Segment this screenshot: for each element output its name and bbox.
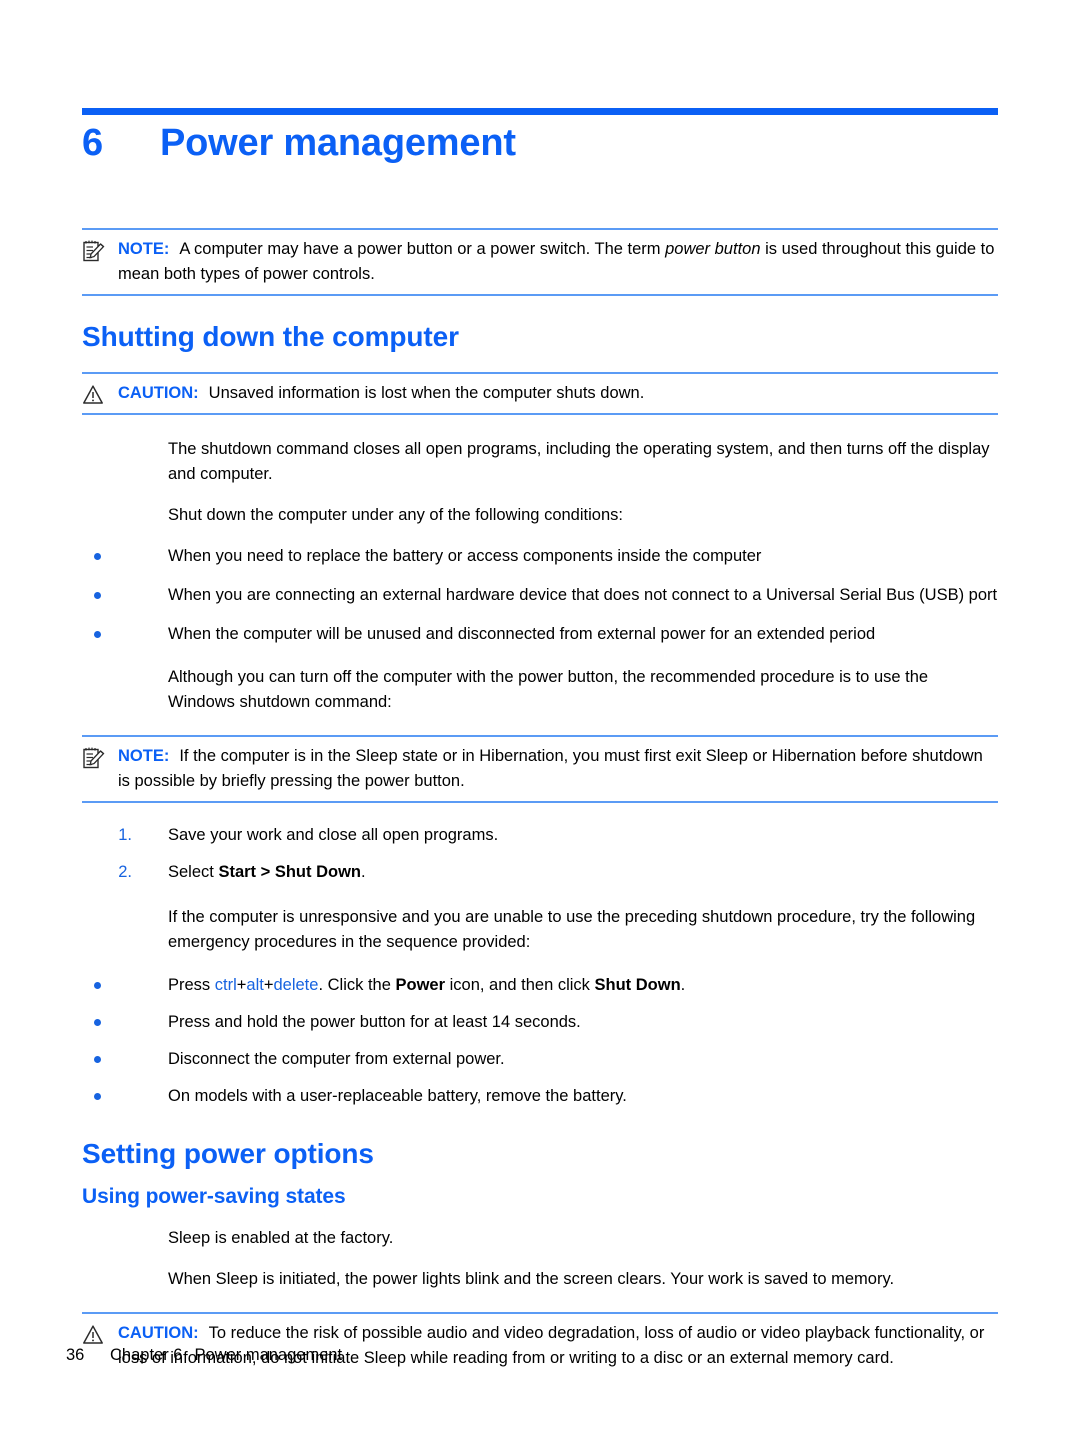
key-ctrl: ctrl	[214, 976, 237, 994]
caution-label: CAUTION:	[118, 384, 199, 402]
bullet-dot-icon	[94, 1056, 101, 1063]
list-item: When you need to replace the battery or …	[82, 544, 998, 569]
page-content: NOTE: A computer may have a power button …	[82, 228, 998, 1378]
bullet-dot-icon	[94, 1019, 101, 1026]
list-item-text-suffix: .	[680, 976, 686, 994]
caution-label: CAUTION:	[118, 1324, 199, 1342]
list-item-text: When you are connecting an external hard…	[168, 586, 998, 604]
paragraph-sleep-initiated: When Sleep is initiated, the power light…	[168, 1270, 895, 1288]
chapter-title-rule	[82, 108, 998, 115]
note-text-part-1: A computer may have a power button or a …	[179, 240, 666, 258]
step-text: Save your work and close all open progra…	[168, 826, 499, 844]
section-heading-shutting-down: Shutting down the computer	[82, 321, 459, 352]
list-item: Press and hold the power button for at l…	[82, 1010, 998, 1035]
bullet-dot-icon	[94, 553, 101, 560]
paragraph-recommended-procedure: Although you can turn off the computer w…	[168, 668, 929, 711]
list-item-text-middle: . Click the	[318, 976, 396, 994]
chapter-number: 6	[82, 122, 103, 164]
footer-page-number: 36	[66, 1346, 85, 1364]
page-footer: 36 Chapter 6 Power management	[66, 1346, 342, 1365]
shutdown-steps-list: 1. Save your work and close all open pro…	[82, 823, 998, 885]
list-item-text: Press and hold the power button for at l…	[168, 1013, 581, 1031]
section-heading-setting-power-options: Setting power options	[82, 1138, 374, 1169]
list-item: Press ctrl+alt+delete. Click the Power i…	[82, 973, 998, 998]
conditions-bullet-list: When you need to replace the battery or …	[82, 544, 998, 647]
list-item: 1. Save your work and close all open pro…	[82, 823, 998, 848]
list-item-text: On models with a user-replaceable batter…	[168, 1087, 627, 1105]
list-item: On models with a user-replaceable batter…	[82, 1084, 998, 1109]
list-item-text-middle-2: icon, and then click	[445, 976, 595, 994]
note-label: NOTE:	[118, 747, 170, 765]
key-plus-1: +	[236, 976, 247, 994]
ui-power: Power	[395, 976, 446, 994]
ui-shut-down: Shut Down	[594, 976, 681, 994]
emergency-bullet-list: Press ctrl+alt+delete. Click the Power i…	[82, 973, 998, 1109]
list-item: 2. Select Start > Shut Down.	[82, 860, 998, 885]
list-item: When the computer will be unused and dis…	[82, 622, 998, 647]
step-number: 2.	[118, 863, 132, 881]
bullet-dot-icon	[94, 592, 101, 599]
note-emphasis: power button	[665, 240, 761, 258]
chapter-title-text: Power management	[160, 122, 516, 164]
note-callout-1: NOTE: A computer may have a power button …	[82, 228, 998, 296]
note-pad-icon	[82, 239, 108, 263]
warning-triangle-icon	[82, 1323, 108, 1347]
list-item: Disconnect the computer from external po…	[82, 1047, 998, 1072]
step-text: Select	[168, 863, 219, 881]
list-item-text: Disconnect the computer from external po…	[168, 1050, 505, 1068]
bullet-dot-icon	[94, 631, 101, 638]
bullet-dot-icon	[94, 982, 101, 989]
key-alt: alt	[246, 976, 264, 994]
note-callout-2: NOTE: If the computer is in the Sleep sta…	[82, 735, 998, 803]
list-item-text: When you need to replace the battery or …	[168, 547, 762, 565]
footer-chapter-label: Chapter 6	[110, 1346, 183, 1364]
step-ui-path: Start > Shut Down	[218, 863, 361, 881]
caution-callout-2: CAUTION: To reduce the risk of possible a…	[82, 1312, 998, 1378]
note-label: NOTE:	[118, 240, 170, 258]
note-pad-icon	[82, 746, 108, 770]
caution-callout-1: CAUTION: Unsaved information is lost when…	[82, 372, 998, 415]
paragraph-shutdown-command: The shutdown command closes all open pro…	[168, 440, 990, 483]
page-title: 6 Power management	[82, 122, 998, 165]
paragraph-emergency-intro: If the computer is unresponsive and you …	[168, 908, 976, 951]
step-text-suffix: .	[361, 863, 366, 881]
caution-text: Unsaved information is lost when the com…	[208, 384, 645, 402]
paragraph-conditions-intro: Shut down the computer under any of the …	[168, 506, 623, 524]
warning-triangle-icon	[82, 383, 108, 407]
subsection-heading-power-saving-states: Using power-saving states	[82, 1185, 346, 1208]
document-page: 6 Power management NOTE: A computer may …	[0, 0, 1080, 1437]
bullet-dot-icon	[94, 1093, 101, 1100]
key-delete: delete	[273, 976, 319, 994]
list-item-text: When the computer will be unused and dis…	[168, 625, 876, 643]
list-item: When you are connecting an external hard…	[82, 583, 998, 608]
paragraph-sleep-enabled: Sleep is enabled at the factory.	[168, 1229, 394, 1247]
step-number: 1.	[118, 826, 132, 844]
note-text: If the computer is in the Sleep state or…	[118, 747, 983, 790]
footer-chapter-title: Power management	[194, 1346, 343, 1364]
list-item-text-prefix: Press	[168, 976, 215, 994]
